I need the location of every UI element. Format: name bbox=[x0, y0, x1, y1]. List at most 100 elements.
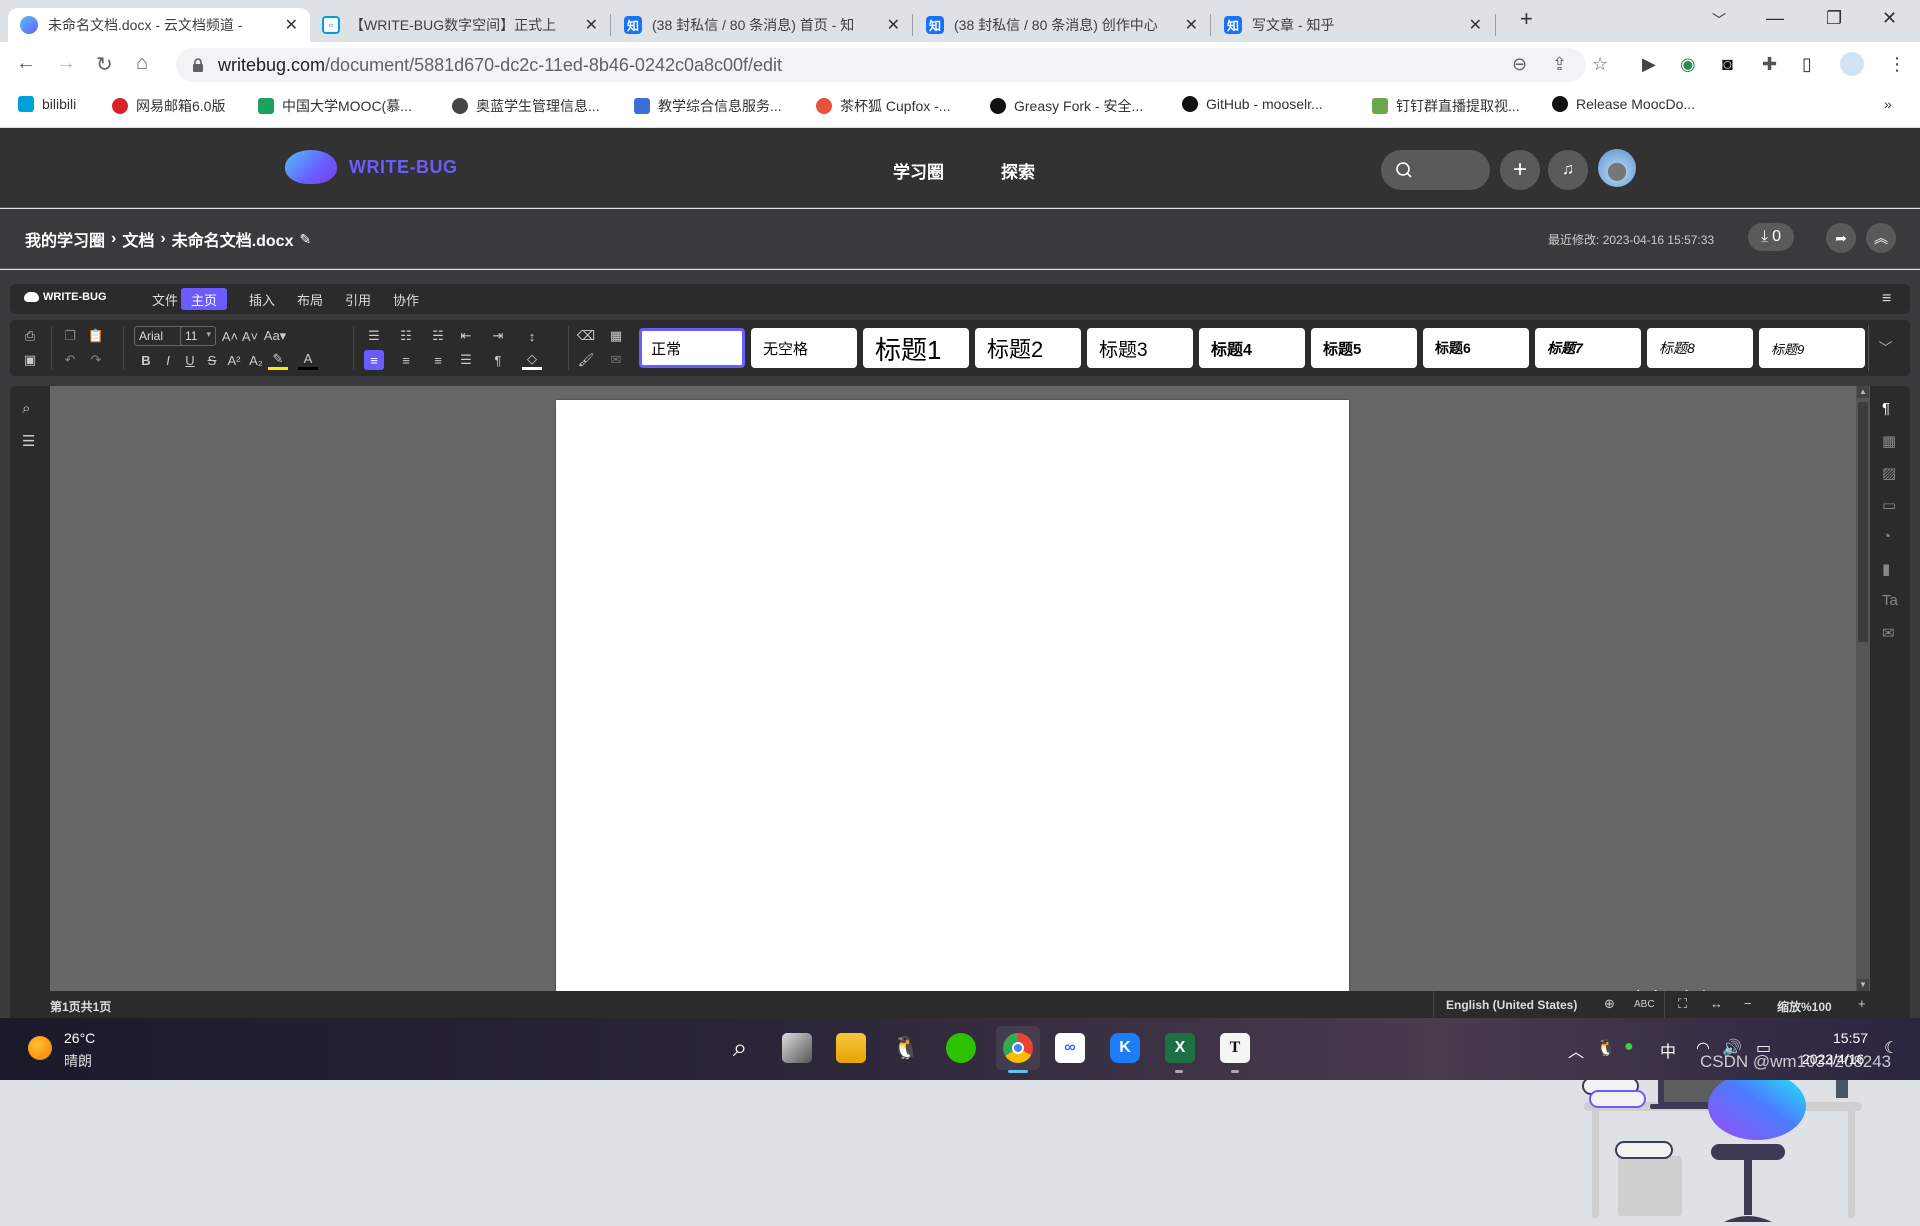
tab-bilibili[interactable]: ▫ 【WRITE-BUG数字空间】正式上 ✕ bbox=[310, 8, 610, 42]
user-avatar[interactable] bbox=[1598, 149, 1636, 187]
bold-icon[interactable]: B bbox=[136, 350, 156, 370]
change-case-icon[interactable]: Aa▾ bbox=[262, 326, 288, 346]
subscript-icon[interactable]: A₂ bbox=[246, 350, 266, 370]
collapse-header-button[interactable]: ︽ bbox=[1866, 223, 1896, 253]
start-button[interactable] bbox=[669, 1033, 699, 1063]
style-card[interactable]: 标题7 bbox=[1535, 328, 1641, 368]
weather-sun-icon[interactable] bbox=[28, 1036, 52, 1060]
chart-settings-icon[interactable]: ▮ bbox=[1882, 560, 1890, 578]
style-gallery-expand-chevron-icon[interactable]: ﹀ bbox=[1868, 325, 1902, 371]
bookmark-item[interactable]: 茶杯狐 Cupfox -... bbox=[816, 96, 950, 116]
new-tab-button[interactable]: + bbox=[1520, 6, 1533, 32]
style-card[interactable]: 标题3 bbox=[1087, 328, 1193, 368]
language-selector[interactable]: English (United States) bbox=[1446, 998, 1577, 1012]
clear-format-icon[interactable]: ⌫ bbox=[576, 326, 596, 346]
bookmark-item[interactable]: 钉钉群直播提取视... bbox=[1372, 96, 1520, 116]
font-size-select[interactable]: 11 ▾ bbox=[180, 326, 216, 346]
ime-indicator[interactable]: 中 bbox=[1660, 1038, 1676, 1062]
style-card[interactable]: 标题9 bbox=[1759, 328, 1865, 368]
edit-name-icon[interactable]: ✎ bbox=[299, 231, 311, 248]
menu-insert[interactable]: 插入 bbox=[239, 288, 285, 310]
bookmark-item[interactable]: 奥蓝学生管理信息... bbox=[452, 96, 600, 116]
taskbar-search-icon[interactable]: ⌕ bbox=[725, 1032, 755, 1063]
navigation-outline-icon[interactable]: ☰ bbox=[22, 432, 35, 450]
table-settings-icon[interactable]: ▦ bbox=[1882, 432, 1896, 450]
close-window-button[interactable]: ✕ bbox=[1882, 8, 1897, 29]
format-painter-icon[interactable]: 🖌 bbox=[576, 350, 596, 370]
copy-icon[interactable]: ❐ bbox=[60, 326, 80, 346]
scroll-up-arrow-icon[interactable]: ▲ bbox=[1857, 386, 1869, 398]
create-button[interactable]: + bbox=[1500, 150, 1540, 190]
tab-zhihu-creator[interactable]: 知 (38 封私信 / 80 条消息) 创作中心 ✕ bbox=[914, 8, 1210, 42]
increase-indent-icon[interactable]: ⇥ bbox=[488, 326, 508, 346]
zoom-out-button[interactable]: − bbox=[1744, 996, 1752, 1011]
tab-zhihu-home[interactable]: 知 (38 封私信 / 80 条消息) 首页 - 知 ✕ bbox=[612, 8, 912, 42]
file-explorer-icon[interactable] bbox=[836, 1033, 866, 1063]
style-card[interactable]: 标题5 bbox=[1311, 328, 1417, 368]
zoom-out-icon[interactable]: ⊖ bbox=[1512, 54, 1527, 75]
breadcrumb-documents[interactable]: 文档 bbox=[122, 227, 154, 251]
clock-time[interactable]: 15:57 bbox=[1833, 1030, 1868, 1046]
multilevel-list-icon[interactable]: ☵ bbox=[428, 326, 448, 346]
italic-icon[interactable]: I bbox=[158, 350, 178, 370]
align-center-icon[interactable]: ≡ bbox=[396, 350, 416, 370]
bookmark-item[interactable]: 网易邮箱6.0版 bbox=[112, 96, 225, 116]
notification-bell-icon[interactable]: ♫ bbox=[1548, 150, 1588, 190]
kugou-icon[interactable]: K bbox=[1110, 1033, 1140, 1063]
site-search-button[interactable] bbox=[1381, 150, 1490, 190]
wechat-icon[interactable] bbox=[946, 1033, 976, 1063]
weather-description[interactable]: 晴朗 bbox=[64, 1051, 92, 1071]
minimize-button[interactable]: — bbox=[1766, 8, 1784, 29]
redo-icon[interactable]: ↷ bbox=[86, 350, 106, 370]
align-right-icon[interactable]: ≡ bbox=[428, 350, 448, 370]
chrome-taskbar-button[interactable] bbox=[996, 1026, 1040, 1070]
bookmark-star-icon[interactable]: ☆ bbox=[1592, 54, 1608, 75]
menu-references[interactable]: 引用 bbox=[335, 288, 381, 310]
show-hidden-icons-chevron[interactable]: ︿ bbox=[1568, 1038, 1584, 1062]
tampermonkey-extension-icon[interactable]: ◙ bbox=[1722, 54, 1733, 75]
paragraph-settings-icon[interactable]: ¶ bbox=[1882, 400, 1890, 417]
extensions-puzzle-icon[interactable]: ✚ bbox=[1762, 54, 1777, 75]
fit-page-icon[interactable]: ⛶ bbox=[1678, 996, 1687, 1012]
scroll-down-arrow-icon[interactable]: ▼ bbox=[1857, 979, 1869, 991]
tab-zhihu-write[interactable]: 知 写文章 - 知乎 ✕ bbox=[1212, 8, 1494, 42]
style-card[interactable]: 标题2 bbox=[975, 328, 1081, 368]
increase-font-icon[interactable]: A˄ bbox=[220, 326, 240, 346]
undo-icon[interactable]: ↶ bbox=[60, 350, 80, 370]
align-left-icon[interactable]: ≡ bbox=[364, 350, 384, 370]
bookmark-item[interactable]: Greasy Fork - 安全... bbox=[990, 96, 1143, 116]
maximize-button[interactable]: ❐ bbox=[1826, 8, 1842, 29]
nav-study-circle[interactable]: 学习圈 bbox=[893, 158, 944, 183]
browser-menu-icon[interactable]: ⋮ bbox=[1888, 54, 1906, 75]
close-tab-icon[interactable]: ✕ bbox=[887, 15, 900, 35]
style-card[interactable]: 无空格 bbox=[751, 328, 857, 368]
font-color-icon[interactable]: A bbox=[298, 350, 318, 370]
document-page[interactable] bbox=[556, 400, 1349, 991]
bookmark-item[interactable]: GitHub - mooselr... bbox=[1182, 96, 1323, 112]
strikethrough-icon[interactable]: S bbox=[202, 350, 222, 370]
decrease-font-icon[interactable]: A˅ bbox=[240, 326, 260, 346]
bullet-list-icon[interactable]: ☰ bbox=[364, 326, 384, 346]
close-tab-icon[interactable]: ✕ bbox=[1469, 15, 1482, 35]
style-card[interactable]: 标题8 bbox=[1647, 328, 1753, 368]
shape-settings-icon[interactable]: ◔ bbox=[1882, 528, 1891, 545]
reload-icon[interactable]: ↻ bbox=[96, 52, 113, 77]
bookmark-item[interactable]: bilibili bbox=[18, 96, 76, 112]
zoom-in-button[interactable]: + bbox=[1858, 996, 1866, 1011]
play-extension-icon[interactable]: ▶ bbox=[1642, 54, 1656, 75]
search-icon[interactable]: ⌕ bbox=[22, 400, 30, 417]
bookmarks-overflow-button[interactable]: » bbox=[1884, 96, 1892, 112]
bookmark-item[interactable]: 教学综合信息服务... bbox=[634, 96, 782, 116]
fit-width-icon[interactable]: ↔ bbox=[1710, 996, 1723, 1011]
numbered-list-icon[interactable]: ☷ bbox=[396, 326, 416, 346]
style-card[interactable]: 标题4 bbox=[1199, 328, 1305, 368]
style-card[interactable]: 标题6 bbox=[1423, 328, 1529, 368]
excel-icon[interactable]: X bbox=[1165, 1033, 1195, 1063]
print-icon[interactable]: ⎙ bbox=[20, 326, 40, 346]
share-button[interactable]: ➦ bbox=[1826, 223, 1856, 253]
zoom-level[interactable]: 缩放%100 bbox=[1777, 998, 1832, 1015]
qq-icon[interactable]: 🐧 bbox=[891, 1033, 921, 1063]
baidu-netdisk-icon[interactable]: ∞ bbox=[1055, 1033, 1085, 1063]
task-view-icon[interactable] bbox=[782, 1033, 812, 1063]
mail-merge-settings-icon[interactable]: ✉ bbox=[1882, 624, 1895, 642]
